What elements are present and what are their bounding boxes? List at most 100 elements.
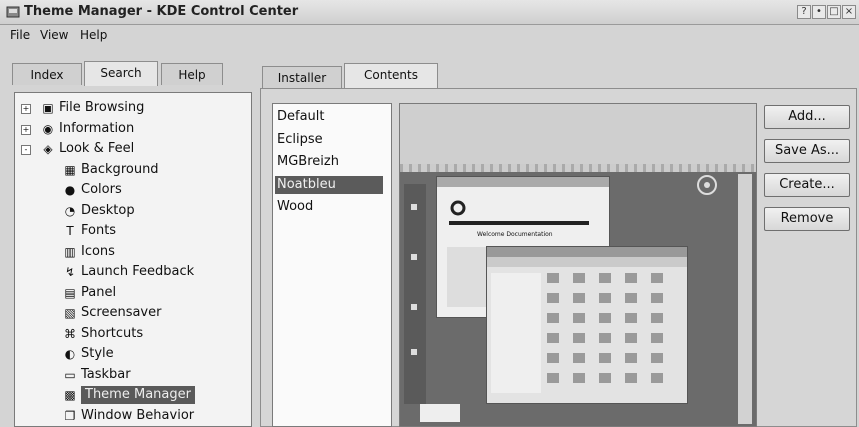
preview-top bbox=[400, 104, 756, 164]
preview-bottom-box bbox=[420, 404, 460, 422]
style-icon: ◐ bbox=[64, 347, 76, 361]
minimize-button[interactable]: • bbox=[812, 5, 826, 19]
preview-file-icon bbox=[573, 293, 585, 303]
tree-item-label: Screensaver bbox=[81, 305, 162, 320]
info-icon: ◉ bbox=[42, 121, 54, 136]
close-button[interactable]: × bbox=[842, 5, 856, 19]
preview-file-icon bbox=[573, 313, 585, 323]
create-button[interactable]: Create... bbox=[764, 173, 850, 197]
maximize-button[interactable]: □ bbox=[827, 5, 841, 19]
desktop-icon: ◔ bbox=[64, 203, 76, 218]
preview-file-icon bbox=[573, 333, 585, 343]
preview-file-icon bbox=[651, 273, 663, 283]
theme-preview: Welcome Documentation bbox=[399, 103, 757, 427]
screensaver-icon: ▧ bbox=[64, 306, 76, 320]
look-feel-icon: ◈ bbox=[43, 142, 53, 156]
tree-item-label: Taskbar bbox=[81, 366, 131, 382]
preview-file-icon bbox=[547, 293, 559, 303]
tree-item-label: Fonts bbox=[81, 223, 117, 238]
panel-icon: ▤ bbox=[64, 285, 76, 300]
theme-manager-icon: ▩ bbox=[64, 388, 76, 402]
preview-file-icon bbox=[547, 353, 559, 363]
menu-file[interactable]: File bbox=[10, 28, 30, 42]
taskbar-icon: ▭ bbox=[64, 367, 76, 382]
tab-contents[interactable]: Contents bbox=[344, 63, 438, 88]
remove-button[interactable]: Remove bbox=[764, 207, 850, 231]
preview-file-icon bbox=[625, 373, 637, 383]
preview-file-icon bbox=[625, 353, 637, 363]
add-button[interactable]: Add... bbox=[764, 105, 850, 129]
tree-item-label: Panel bbox=[81, 284, 117, 300]
preview-file-icon bbox=[599, 293, 611, 303]
theme-item-noatbleu[interactable]: Noatbleu bbox=[275, 175, 383, 194]
preview-file-icon bbox=[651, 313, 663, 323]
preview-file-icon bbox=[651, 293, 663, 303]
tree-item-label: Background bbox=[81, 161, 159, 177]
preview-logo-icon bbox=[697, 175, 717, 195]
preview-gear-icon bbox=[450, 200, 466, 216]
preview-file-icon bbox=[625, 293, 637, 303]
colors-icon: ● bbox=[64, 183, 76, 197]
tab-index[interactable]: Index bbox=[12, 63, 82, 85]
tree-item-label: Information bbox=[59, 120, 135, 136]
save-as-button[interactable]: Save As... bbox=[764, 139, 850, 163]
preview-file-icon bbox=[599, 273, 611, 283]
app-icon bbox=[6, 6, 20, 18]
tab-installer[interactable]: Installer bbox=[262, 66, 342, 88]
theme-item-default[interactable]: Default bbox=[277, 108, 325, 126]
menu-bar: File View Help bbox=[0, 25, 859, 45]
window-title: Theme Manager - KDE Control Center bbox=[24, 4, 299, 19]
module-tree[interactable]: + ▣ File Browsing + ◉ Information - ◈ Look & Fee… bbox=[14, 92, 252, 427]
preview-file-icon bbox=[599, 313, 611, 323]
preview-file-icon bbox=[573, 353, 585, 363]
preview-scrollbar bbox=[738, 174, 752, 424]
preview-file-window bbox=[486, 246, 688, 404]
folder-icon: ▣ bbox=[42, 101, 54, 115]
title-bar[interactable]: Theme Manager - KDE Control Center ? • □… bbox=[0, 0, 859, 25]
menu-help[interactable]: Help bbox=[80, 28, 107, 42]
icons-icon: ▥ bbox=[64, 244, 76, 259]
tree-item-label: File Browsing bbox=[59, 100, 145, 115]
preview-file-icon bbox=[547, 273, 559, 283]
tree-item-label: Window Behavior bbox=[81, 407, 195, 423]
launch-feedback-icon: ↯ bbox=[64, 265, 76, 279]
preview-file-icon bbox=[651, 373, 663, 383]
tree-item-label: Launch Feedback bbox=[81, 264, 195, 279]
tree-item-label: Icons bbox=[81, 243, 115, 259]
theme-item-eclipse[interactable]: Eclipse bbox=[277, 131, 323, 149]
theme-item-wood[interactable]: Wood bbox=[277, 198, 313, 216]
preview-file-icon bbox=[625, 273, 637, 283]
preview-sidebar bbox=[404, 184, 426, 404]
tree-item-label: Style bbox=[81, 346, 114, 361]
tab-help[interactable]: Help bbox=[161, 63, 223, 85]
tree-item-label: Look & Feel bbox=[59, 141, 135, 156]
preview-file-icon bbox=[625, 333, 637, 343]
theme-item-mgbreizh[interactable]: MGBreizh bbox=[277, 153, 339, 171]
preview-file-icon bbox=[599, 353, 611, 363]
tab-search[interactable]: Search bbox=[84, 61, 158, 86]
tree-item-label: Shortcuts bbox=[81, 325, 144, 341]
preview-strip bbox=[400, 164, 756, 172]
preview-file-icon bbox=[547, 313, 559, 323]
preview-icon-grid bbox=[547, 273, 677, 393]
menu-view[interactable]: View bbox=[40, 28, 68, 42]
preview-file-icon bbox=[573, 373, 585, 383]
tree-item-label: Desktop bbox=[81, 202, 135, 218]
tree-item-label: Theme Manager bbox=[81, 386, 195, 404]
preview-file-icon bbox=[625, 313, 637, 323]
expand-icon[interactable]: + bbox=[21, 124, 31, 135]
shortcuts-icon: ⌘ bbox=[64, 326, 76, 341]
preview-file-icon bbox=[599, 333, 611, 343]
preview-dialog-heading: Welcome Documentation bbox=[477, 231, 553, 238]
help-button[interactable]: ? bbox=[797, 5, 811, 19]
preview-file-icon bbox=[651, 333, 663, 343]
window-behavior-icon: ❐ bbox=[64, 408, 76, 423]
preview-file-icon bbox=[547, 373, 559, 383]
preview-file-icon bbox=[599, 373, 611, 383]
expand-icon[interactable]: + bbox=[21, 104, 31, 114]
collapse-icon[interactable]: - bbox=[21, 145, 31, 155]
preview-file-icon bbox=[573, 273, 585, 283]
theme-list[interactable]: Default Eclipse MGBreizh Noatbleu Wood bbox=[272, 103, 392, 427]
preview-file-icon bbox=[547, 333, 559, 343]
preview-file-icon bbox=[651, 353, 663, 363]
